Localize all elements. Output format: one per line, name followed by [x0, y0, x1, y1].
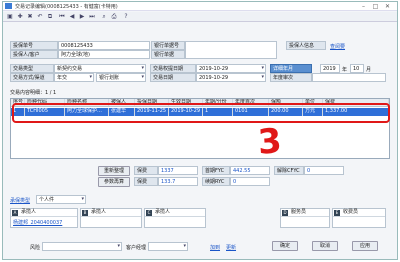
premium-label: 保费 [134, 166, 158, 175]
cancel-button[interactable]: 取消 [312, 241, 338, 251]
prev-icon[interactable]: ◀ [68, 13, 76, 21]
agent-slot-c: C 承揽人 [144, 208, 206, 228]
maximize-icon[interactable]: □ [371, 3, 380, 10]
holder-info-link[interactable]: 查阅要 [330, 43, 345, 50]
submit-date-label: 交易权提日期 [150, 64, 196, 73]
apply-button[interactable]: 应用 [352, 241, 378, 251]
customer-label: 客户经理 [126, 245, 147, 251]
slot-label: 承揽人 [155, 209, 171, 215]
holder-no-field[interactable]: 0008125433 [58, 41, 150, 50]
grid-caption: 交易内容明细：1 / 1 [10, 90, 57, 96]
total-premium-value: 133.7 [158, 177, 198, 186]
save-icon[interactable]: ▣ [6, 13, 14, 21]
undo-icon[interactable]: ↶ [36, 13, 44, 21]
ryc-value: 0 [230, 177, 270, 186]
agent-type-select[interactable]: 个人件 [36, 195, 86, 204]
trade-method-select[interactable]: 年交 [54, 73, 94, 82]
filter-label: 风险 [30, 245, 41, 251]
channel-select[interactable]: 银行划账 [96, 73, 146, 82]
holder-name-field[interactable]: 阿力全球(地) [58, 50, 150, 59]
title-bar: 交易记录编辑(0008125433 - 有健富(卡特用) – □ ✕ [3, 2, 397, 11]
window-title: 交易记录编辑(0008125433 - 有健富(卡特用) [15, 4, 118, 10]
ryc-label: 续期RYC [202, 177, 230, 186]
add-link[interactable]: 加到 [210, 244, 220, 251]
help-icon[interactable]: ? [122, 13, 130, 21]
app-icon [5, 3, 12, 9]
submit-date-field[interactable]: 2019-10-29 [196, 64, 266, 73]
fyc-label: 首期FYC [202, 166, 230, 175]
renew-field[interactable] [312, 73, 386, 82]
month-unit: 月 [366, 67, 372, 73]
slot-badge: C [146, 210, 152, 216]
agent-slot-d: D 服务员 [280, 208, 330, 228]
last-icon[interactable]: ⏭ [88, 13, 96, 21]
bank-label: 银行单据号 [151, 41, 185, 50]
copy-icon[interactable]: ⧉ [46, 13, 54, 21]
slot-badge: E [334, 210, 340, 216]
month-field[interactable]: 10 [350, 64, 364, 73]
delete-icon[interactable]: ✖ [26, 13, 34, 21]
agent-link[interactable]: 杨建邦_2040400037 [13, 220, 62, 226]
first-icon[interactable]: ⏮ [58, 13, 66, 21]
holder-info-label: 投保人信息 [286, 41, 326, 50]
filter-select[interactable] [42, 242, 122, 251]
trade-type-select[interactable]: 新契约交易 [54, 64, 146, 73]
refresh-button[interactable]: 重新整理 [98, 166, 130, 176]
trade-type-label: 交易类型 [10, 64, 54, 73]
holder-no-label: 投保单号 [10, 41, 58, 50]
holder-name-label: 投保人/客户 [10, 50, 58, 59]
effect-date-field[interactable]: 2019-10-29 [196, 73, 266, 82]
slot-label: 承揽人 [21, 209, 37, 215]
cfyc-label: 解除CFYC [274, 166, 304, 175]
customer-select[interactable] [148, 242, 188, 251]
fyc-value: 442.55 [230, 166, 270, 175]
cfyc-value: 0 [304, 166, 344, 175]
agent-slot-b: B 承揽人 [80, 208, 142, 228]
annotation-number: 3 [256, 121, 284, 163]
annotation-highlight [12, 103, 390, 123]
year-unit: 年 [342, 67, 348, 73]
minimize-icon[interactable]: – [359, 3, 368, 10]
bank-label-2: 银行单据 [151, 50, 185, 59]
slot-badge: B [82, 210, 88, 216]
print-icon[interactable]: ⎙ [110, 13, 118, 21]
toolbar: ▣ ✚ ✖ ↶ ⧉ ⏮ ◀ ▶ ⏭ ⌕ ⎙ ? [3, 12, 397, 22]
slot-badge: A [12, 210, 18, 216]
total-premium-label: 保费 [134, 177, 158, 186]
year-field[interactable]: 2019 [320, 64, 340, 73]
ok-button[interactable]: 确定 [272, 241, 298, 251]
agent-slot-a: A 承揽人 杨建邦_2040400037 [10, 208, 78, 228]
update-link[interactable]: 更新 [226, 244, 236, 251]
slot-label: 承揽人 [91, 209, 107, 215]
search-icon[interactable]: ⌕ [100, 13, 108, 21]
renew-label: 年度审次 [270, 73, 312, 82]
effect-date-label: 交易日期 [150, 73, 196, 82]
slot-badge: D [282, 210, 288, 216]
bank-no-field[interactable] [185, 41, 277, 59]
trade-method-label: 交易方式/渠道 [10, 73, 54, 82]
new-icon[interactable]: ✚ [16, 13, 24, 21]
premium-value: 1337 [158, 166, 198, 175]
slot-label: 服务员 [291, 209, 307, 215]
recalc-button[interactable]: 参数再算 [98, 177, 130, 187]
agent-type-label[interactable]: 承保类型 [10, 197, 30, 204]
next-icon[interactable]: ▶ [78, 13, 86, 21]
period-detail-button[interactable]: 详细年月 [270, 64, 312, 73]
agent-slot-e: E 收费员 [332, 208, 386, 228]
close-icon[interactable]: ✕ [383, 3, 392, 10]
slot-label: 收费员 [343, 209, 359, 215]
